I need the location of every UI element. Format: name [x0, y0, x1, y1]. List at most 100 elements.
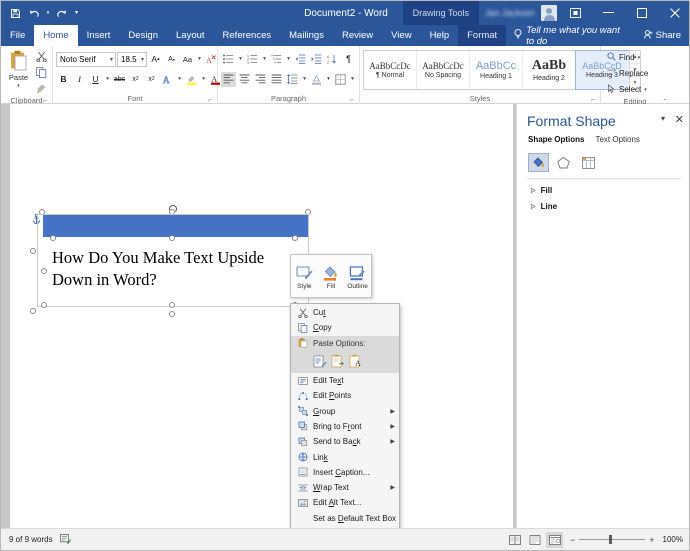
font-size-input[interactable]: 18.5 ▾ — [117, 52, 147, 67]
find-button[interactable]: Find ▾ — [604, 50, 643, 65]
paste-keep-text-only-icon[interactable]: A — [349, 354, 363, 369]
italic-button[interactable]: I — [72, 72, 87, 87]
menu-item-set-default-text-box[interactable]: Set as Default Text Box — [291, 511, 399, 526]
read-mode-button[interactable] — [506, 532, 523, 548]
multilevel-list-button[interactable] — [269, 52, 284, 67]
tab-file[interactable]: File — [1, 25, 34, 46]
style-heading-1[interactable]: AaBbCc Heading 1 — [470, 51, 523, 89]
task-pane-close-icon[interactable]: ✕ — [675, 113, 684, 126]
mini-fill-button[interactable]: Fill — [318, 265, 343, 290]
customize-qat-icon[interactable]: ▾ — [72, 4, 81, 22]
tab-home[interactable]: Home — [34, 25, 77, 46]
mini-outline-button[interactable]: Outline — [345, 265, 370, 290]
change-case-chevron-down-icon[interactable]: ▾ — [196, 56, 203, 62]
copy-button[interactable] — [33, 65, 49, 80]
align-left-button[interactable] — [221, 72, 236, 87]
effects-pentagon-icon[interactable] — [553, 153, 574, 172]
paste-keep-source-formatting-icon[interactable] — [313, 354, 327, 369]
handle-inner-bl[interactable] — [41, 302, 47, 308]
menu-item-group[interactable]: Group ▶ — [291, 403, 399, 418]
handle-outer-bl[interactable] — [30, 308, 36, 314]
tab-references[interactable]: References — [214, 25, 281, 46]
menu-item-send-to-back[interactable]: Send to Back ▶ — [291, 434, 399, 449]
share-button[interactable]: Share — [634, 25, 690, 46]
zoom-track[interactable] — [579, 539, 645, 540]
paste-button[interactable]: Paste ▾ — [4, 48, 33, 89]
tab-text-options[interactable]: Text Options — [595, 135, 639, 146]
handle-outer-ml[interactable] — [30, 248, 36, 254]
text-effects-button[interactable]: A — [160, 72, 175, 87]
select-chevron-down-icon[interactable]: ▾ — [644, 87, 647, 93]
style-heading-2[interactable]: AaBb Heading 2 — [523, 51, 576, 89]
menu-item-edit-alt-text[interactable]: Edit Alt Text... — [291, 495, 399, 510]
show-hide-marks-button[interactable]: ¶ — [341, 52, 356, 67]
change-case-button[interactable]: Aa — [180, 52, 195, 67]
line-spacing-chevron-down-icon[interactable]: ▾ — [301, 76, 308, 82]
bullets-chevron-down-icon[interactable]: ▾ — [237, 56, 244, 62]
menu-item-copy[interactable]: Copy — [291, 320, 399, 335]
font-name-chevron-down-icon[interactable]: ▾ — [110, 56, 113, 63]
zoom-level[interactable]: 100% — [663, 535, 683, 544]
paste-merge-formatting-icon[interactable] — [331, 354, 345, 369]
superscript-button[interactable]: x2 — [144, 72, 159, 87]
align-right-button[interactable] — [253, 72, 268, 87]
text-highlight-chevron-down-icon[interactable]: ▾ — [200, 76, 207, 82]
text-highlight-button[interactable] — [184, 72, 199, 87]
close-icon[interactable] — [658, 1, 690, 25]
shading-button[interactable] — [309, 72, 324, 87]
menu-item-insert-caption[interactable]: Insert Caption... — [291, 465, 399, 480]
menu-item-link[interactable]: Link — [291, 449, 399, 464]
layout-properties-icon[interactable] — [578, 153, 599, 172]
tab-design[interactable]: Design — [119, 25, 167, 46]
find-chevron-down-icon[interactable]: ▾ — [638, 55, 641, 61]
numbering-button[interactable]: 123 — [245, 52, 260, 67]
grow-font-button[interactable]: A▴ — [148, 52, 163, 67]
document-page[interactable]: How Do You Make Text Upside Down in Word… — [10, 104, 513, 528]
align-center-button[interactable] — [237, 72, 252, 87]
numbering-chevron-down-icon[interactable]: ▾ — [261, 56, 268, 62]
borders-chevron-down-icon[interactable]: ▾ — [349, 76, 356, 82]
underline-button[interactable]: U — [88, 72, 103, 87]
tab-mailings[interactable]: Mailings — [280, 25, 333, 46]
menu-item-edit-points[interactable]: Edit Points — [291, 388, 399, 403]
avatar[interactable] — [541, 5, 557, 21]
handle-outer-bm[interactable] — [169, 311, 175, 317]
tell-me-box[interactable]: Tell me what you want to do — [506, 25, 633, 46]
paragraph-dialog-launcher-icon[interactable]: ⌐ — [350, 97, 354, 104]
style-no-spacing[interactable]: AaBbCcDc No Spacing — [417, 51, 470, 89]
tab-format[interactable]: Format — [458, 25, 506, 46]
font-dialog-launcher-icon[interactable]: ⌐ — [208, 97, 212, 104]
section-fill[interactable]: ▷ Fill — [517, 179, 690, 195]
menu-item-wrap-text[interactable]: Wrap Text ▶ — [291, 480, 399, 495]
sort-button[interactable]: AZ — [325, 52, 340, 67]
web-layout-button[interactable] — [546, 532, 563, 548]
clear-formatting-button[interactable]: A — [204, 52, 219, 67]
handle-inner-ml[interactable] — [41, 268, 47, 274]
tab-review[interactable]: Review — [333, 25, 382, 46]
cut-button[interactable] — [33, 49, 49, 64]
menu-item-cut[interactable]: Cut — [291, 305, 399, 320]
minimize-icon[interactable] — [592, 1, 625, 25]
proofing-icon[interactable] — [60, 533, 71, 546]
document-text[interactable]: How Do You Make Text Upside Down in Word… — [52, 247, 302, 291]
zoom-in-button[interactable]: + — [649, 535, 654, 545]
undo-icon[interactable] — [26, 4, 43, 22]
handle-inner-tl[interactable] — [50, 235, 56, 241]
font-size-chevron-down-icon[interactable]: ▾ — [141, 56, 144, 63]
handle-inner-tr[interactable] — [292, 235, 298, 241]
tab-layout[interactable]: Layout — [167, 25, 214, 46]
zoom-out-button[interactable]: − — [570, 535, 575, 545]
menu-item-edit-text[interactable]: Edit Text — [291, 373, 399, 388]
task-pane-options-icon[interactable]: ▾ — [661, 114, 665, 123]
ribbon-display-options-icon[interactable] — [559, 1, 592, 25]
tab-shape-options[interactable]: Shape Options — [528, 135, 584, 146]
borders-button[interactable] — [333, 72, 348, 87]
format-painter-button[interactable] — [33, 81, 49, 96]
tab-help[interactable]: Help — [421, 25, 459, 46]
menu-item-bring-to-front[interactable]: Bring to Front ▶ — [291, 419, 399, 434]
shrink-font-button[interactable]: A▾ — [164, 52, 179, 67]
style-normal[interactable]: AaBbCcDc ¶ Normal — [364, 51, 417, 89]
zoom-thumb[interactable] — [609, 535, 612, 544]
section-line[interactable]: ▷ Line — [517, 195, 690, 211]
word-count[interactable]: 9 of 9 words — [9, 535, 53, 544]
